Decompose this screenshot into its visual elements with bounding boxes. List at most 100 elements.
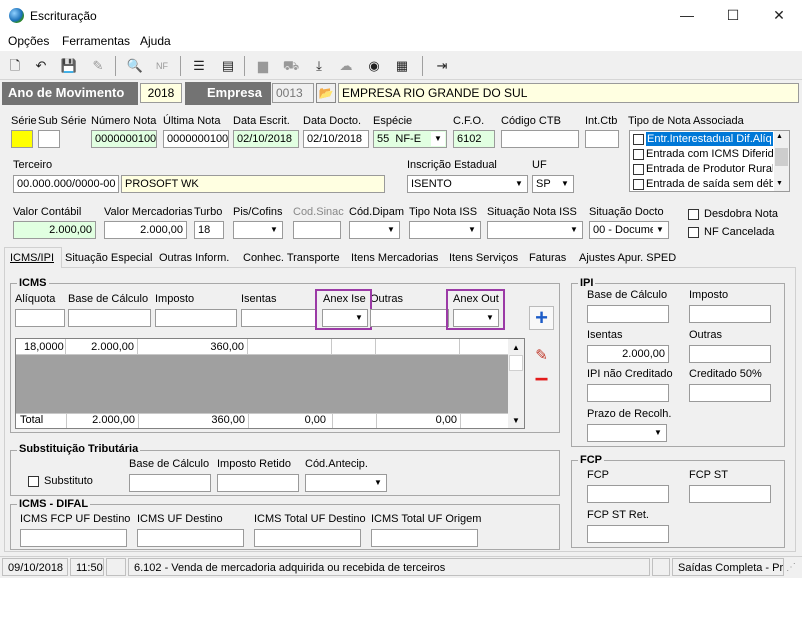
data-docto-field[interactable]: 02/10/2018 xyxy=(303,130,369,148)
tipo-nota-item[interactable]: Entrada de saída sem débi xyxy=(646,178,773,190)
empresa-code-field[interactable]: 0013 xyxy=(272,83,314,103)
scroll-up-icon[interactable]: ▲ xyxy=(512,343,520,352)
edit-pencil-icon[interactable]: ✎ xyxy=(529,345,554,367)
ipi-cred50-input[interactable] xyxy=(689,384,771,402)
ultima-nota-field[interactable]: 0000000100 xyxy=(163,130,229,148)
fcp-input[interactable] xyxy=(587,485,669,503)
tipo-nota-checkbox[interactable] xyxy=(633,134,644,145)
scroll-up-icon[interactable]: ▲ xyxy=(776,133,783,140)
scroll-down-icon[interactable]: ▼ xyxy=(776,180,783,187)
exit-icon[interactable]: ⇥ xyxy=(432,56,452,76)
desdobra-checkbox[interactable] xyxy=(688,209,699,220)
download-icon[interactable]: ⤓ xyxy=(309,56,329,76)
scroll-thumb[interactable] xyxy=(775,148,788,166)
isentas-input[interactable] xyxy=(241,309,317,327)
menu-ferramentas[interactable]: Ferramentas xyxy=(62,34,130,48)
numero-nota-field[interactable]: 0000000100 xyxy=(91,130,157,148)
chevron-down-icon[interactable]: ▼ xyxy=(653,223,667,237)
chevron-down-icon[interactable]: ▼ xyxy=(558,177,572,191)
substituto-checkbox[interactable] xyxy=(28,476,39,487)
ipi-imposto-input[interactable] xyxy=(689,305,771,323)
spreadsheet-icon[interactable]: ▦ xyxy=(392,56,412,76)
cfo-field[interactable]: 6102 xyxy=(453,130,495,148)
ipi-outras-input[interactable] xyxy=(689,345,771,363)
delete-icon[interactable]: ✎ xyxy=(88,56,108,76)
tipo-nota-checkbox[interactable] xyxy=(633,164,644,175)
fcpstret-input[interactable] xyxy=(587,525,669,543)
chevron-down-icon[interactable]: ▼ xyxy=(512,177,526,191)
tipo-nota-item[interactable]: Entrada de Produtor Rural xyxy=(646,163,773,175)
sinac-field[interactable] xyxy=(293,221,341,239)
tab-faturas[interactable]: Faturas xyxy=(526,249,569,268)
chevron-down-icon[interactable]: ▼ xyxy=(267,223,281,237)
valor-mercadorias-field[interactable]: 2.000,00 xyxy=(104,221,187,239)
new-document-icon[interactable]: 🗋 xyxy=(5,56,25,76)
subserie-field[interactable] xyxy=(38,130,60,148)
tab-outras-inform[interactable]: Outras Inform. xyxy=(156,249,232,268)
list-icon[interactable]: ☰ xyxy=(189,56,209,76)
turbo-field[interactable]: 18 xyxy=(194,221,224,239)
pis-cofins-select[interactable]: ▼ xyxy=(233,221,283,239)
nfe-icon[interactable]: NF xyxy=(152,56,172,76)
uf-select[interactable]: SP ▼ xyxy=(532,175,574,193)
ctb-field[interactable] xyxy=(501,130,579,148)
menu-opcoes[interactable]: Opções xyxy=(8,34,49,48)
ipi-prazo-select[interactable]: ▼ xyxy=(587,424,667,442)
tab-itens-servicos[interactable]: Itens Serviços xyxy=(446,249,521,268)
aliquota-input[interactable] xyxy=(15,309,65,327)
tab-ajustes-sped[interactable]: Ajustes Apur. SPED xyxy=(576,249,679,268)
chevron-down-icon[interactable]: ▼ xyxy=(483,311,497,325)
serie-field[interactable] xyxy=(11,130,33,148)
print-preview-icon[interactable]: 🔍 xyxy=(125,56,145,76)
cd-icon[interactable]: ◉ xyxy=(364,56,384,76)
chevron-down-icon[interactable]: ▼ xyxy=(567,223,581,237)
maximize-icon[interactable]: ☐ xyxy=(710,0,756,31)
situacao-docto-select[interactable]: 00 - Documen ▼ xyxy=(589,221,669,239)
cloud-icon[interactable]: ☁ xyxy=(336,56,356,76)
base-calculo-input[interactable] xyxy=(68,309,151,327)
tipo-nota-item[interactable]: Entrada com ICMS Diferido xyxy=(646,148,773,160)
close-icon[interactable]: ✕ xyxy=(756,0,802,31)
tab-situacao-especial[interactable]: Situação Especial xyxy=(62,249,155,268)
ie-select[interactable]: ISENTO ▼ xyxy=(407,175,528,193)
data-escrit-field[interactable]: 02/10/2018 xyxy=(233,130,299,148)
tipo-nota-item[interactable]: Entr.Interestadual Dif.Alíq xyxy=(646,132,773,146)
grid-scrollbar[interactable] xyxy=(508,339,524,428)
tab-icms-ipi[interactable]: ICMS/IPI xyxy=(7,249,57,268)
terceiro-code-field[interactable]: 00.000.000/0000-00 xyxy=(13,175,119,193)
chevron-down-icon[interactable]: ▼ xyxy=(371,476,385,490)
dipam-select[interactable]: ▼ xyxy=(349,221,400,239)
anex-out-select[interactable]: ▼ xyxy=(453,309,499,327)
valor-contabil-field[interactable]: 2.000,00 xyxy=(13,221,96,239)
menu-ajuda[interactable]: Ajuda xyxy=(140,34,171,48)
tab-itens-mercadorias[interactable]: Itens Mercadorias xyxy=(348,249,441,268)
scroll-thumb[interactable] xyxy=(509,355,523,371)
fcpst-input[interactable] xyxy=(689,485,771,503)
building-icon[interactable]: ▆ xyxy=(253,56,273,76)
outras-input[interactable] xyxy=(370,309,449,327)
truck-icon[interactable]: ⛟ xyxy=(281,56,301,76)
difal-uf-input[interactable] xyxy=(137,529,244,547)
chevron-down-icon[interactable]: ▼ xyxy=(352,311,366,325)
ano-field[interactable]: 2018 xyxy=(140,83,182,103)
intctb-field[interactable] xyxy=(585,130,619,148)
situacao-iss-select[interactable]: ▼ xyxy=(487,221,583,239)
scroll-down-icon[interactable]: ▼ xyxy=(512,416,520,425)
folder-icon[interactable]: 📂 xyxy=(316,83,336,103)
tipo-iss-select[interactable]: ▼ xyxy=(409,221,481,239)
ipi-naocred-input[interactable] xyxy=(587,384,669,402)
chevron-down-icon[interactable]: ▼ xyxy=(651,426,665,440)
difal-total-orig-input[interactable] xyxy=(371,529,478,547)
remove-minus-icon[interactable]: − xyxy=(529,368,554,392)
resize-grip-icon[interactable]: ⋰ xyxy=(786,562,796,573)
save-icon[interactable]: 💾 xyxy=(59,56,79,76)
tipo-nota-checkbox[interactable] xyxy=(633,149,644,160)
cancelada-checkbox[interactable] xyxy=(688,227,699,238)
ipi-isentas-input[interactable]: 2.000,00 xyxy=(587,345,669,363)
especie-select[interactable]: 55 NF-E ▼ xyxy=(373,130,447,148)
chevron-down-icon[interactable]: ▼ xyxy=(384,223,398,237)
chevron-down-icon[interactable]: ▼ xyxy=(431,132,445,146)
difal-total-dest-input[interactable] xyxy=(254,529,361,547)
undo-icon[interactable]: ↶ xyxy=(31,56,51,76)
chevron-down-icon[interactable]: ▼ xyxy=(465,223,479,237)
